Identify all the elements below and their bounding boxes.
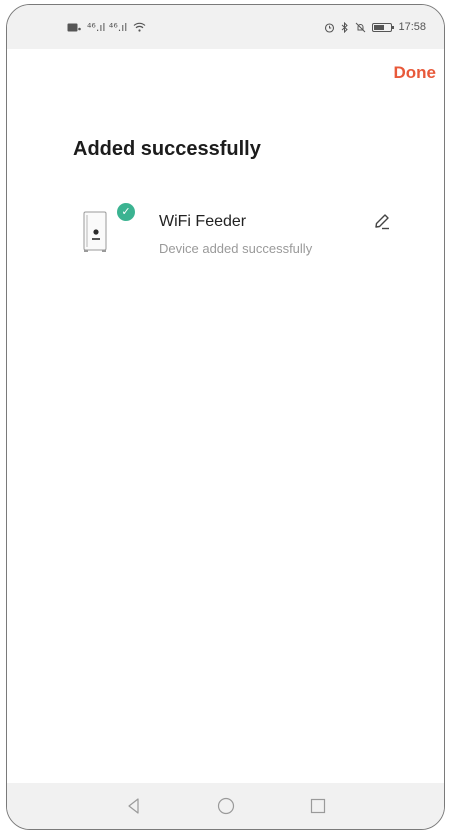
recents-icon[interactable] — [307, 795, 329, 817]
phone-frame: ⁴⁶.ıl ⁴⁶.ıl 17:58 Done Added successfull… — [6, 4, 445, 830]
bluetooth-icon — [342, 21, 349, 33]
edit-pencil-icon[interactable] — [371, 211, 393, 233]
device-list-item[interactable]: ✓ WiFi Feeder Device added successfully — [77, 201, 407, 265]
page-title: Added successfully — [73, 138, 261, 160]
status-bar: ⁴⁶.ıl ⁴⁶.ıl 17:58 — [7, 5, 444, 49]
mute-icon — [356, 22, 366, 32]
success-check-icon: ✓ — [117, 203, 135, 221]
sim-icon — [67, 23, 81, 31]
feeder-device-icon — [83, 211, 107, 252]
status-bar-right: 17:58 — [324, 21, 426, 33]
alarm-icon — [325, 22, 335, 33]
battery-icon — [372, 22, 395, 32]
wifi-icon — [133, 22, 146, 32]
done-button[interactable]: Done — [394, 63, 437, 83]
device-name: WiFi Feeder — [159, 213, 247, 230]
signal-icon: ⁴⁶.ıl ⁴⁶.ıl — [87, 20, 128, 34]
back-icon[interactable] — [123, 795, 145, 817]
device-status: Device added successfully — [159, 241, 313, 256]
system-nav-bar — [7, 783, 444, 829]
status-time: 17:58 — [398, 21, 426, 33]
home-icon[interactable] — [215, 795, 237, 817]
status-bar-left: ⁴⁶.ıl ⁴⁶.ıl — [67, 21, 146, 34]
